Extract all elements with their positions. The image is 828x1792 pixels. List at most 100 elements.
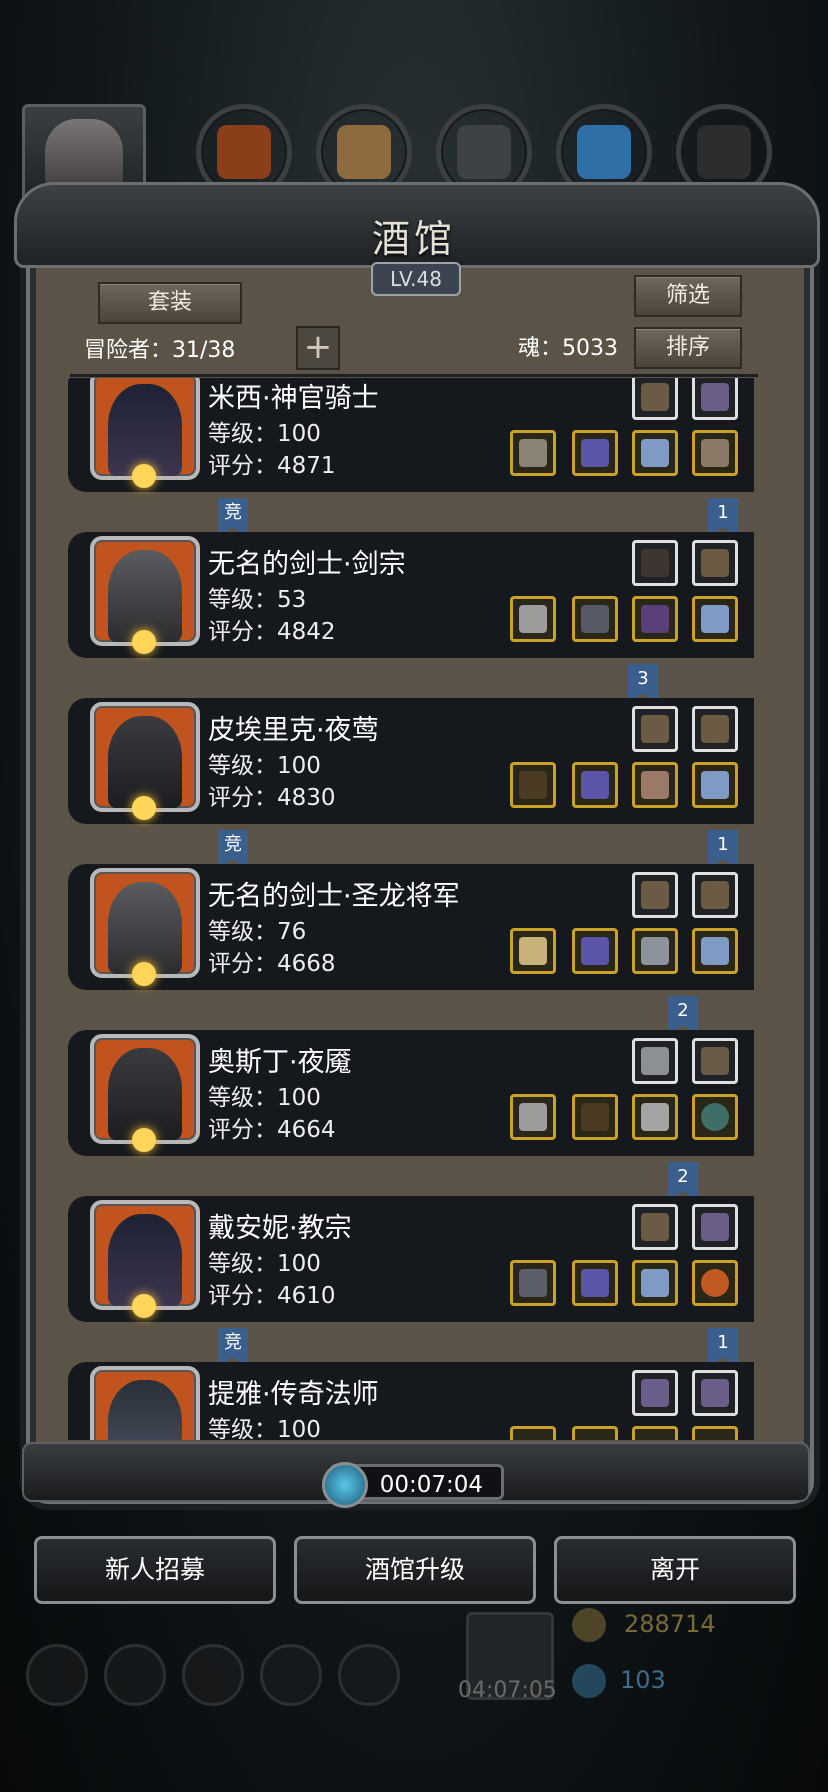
equip-slot[interactable] (692, 1094, 738, 1140)
equip-slot[interactable] (692, 762, 738, 808)
hero-name: 米西·神官骑士 (208, 383, 379, 414)
hero-card[interactable]: 戴安妮·教宗 等级：100 评分：4610 (68, 1196, 754, 1322)
soul-count: 魂：5033 (518, 336, 618, 361)
equip-slot[interactable] (632, 1260, 678, 1306)
equip-slot[interactable] (692, 1260, 738, 1306)
hero-score: 评分：4610 (208, 1283, 336, 1309)
hero-portrait (90, 1034, 200, 1152)
equip-slot[interactable] (692, 1426, 738, 1440)
hero-level: 等级：53 (208, 587, 307, 613)
rank-tag: 2 (668, 996, 698, 1034)
gem-amount: 103 (620, 1666, 666, 1694)
equip-slot[interactable] (572, 928, 618, 974)
hero-level: 等级：100 (208, 1417, 321, 1440)
add-slot-button[interactable]: + (296, 326, 340, 370)
tavern-level-badge: LV.48 (371, 262, 461, 296)
hero-card[interactable]: 提雅·传奇法师 等级：100 (68, 1362, 754, 1440)
arena-tag: 竞 (218, 1328, 248, 1366)
hero-score: 评分：4842 (208, 619, 336, 645)
hero-level: 等级：100 (208, 1251, 321, 1277)
hero-name: 皮埃里克·夜莺 (208, 715, 379, 746)
equip-slot[interactable] (510, 928, 556, 974)
hero-portrait (90, 702, 200, 820)
equip-slot[interactable] (632, 762, 678, 808)
map-icon (338, 1644, 400, 1706)
filter-button[interactable]: 筛选 (634, 275, 742, 317)
hero-card[interactable]: 无名的剑士·剑宗 等级：53 评分：4842 (68, 532, 754, 658)
equip-slot[interactable] (572, 596, 618, 642)
equip-slot[interactable] (632, 1426, 678, 1440)
hero-card[interactable]: 米西·神官骑士 等级：100 评分：4871 (68, 378, 754, 492)
equip-slot[interactable] (572, 1094, 618, 1140)
hero-score: 评分：4830 (208, 785, 336, 811)
sort-button[interactable]: 排序 (634, 327, 742, 369)
timer-icon (322, 1462, 368, 1508)
equip-slot[interactable] (692, 872, 738, 918)
equip-slot[interactable] (572, 430, 618, 476)
hero-name: 奥斯丁·夜魇 (208, 1047, 352, 1078)
equip-slot[interactable] (632, 1038, 678, 1084)
inventory-icon (182, 1644, 244, 1706)
equip-slot[interactable] (632, 378, 678, 420)
equip-slot[interactable] (572, 762, 618, 808)
hero-score: 评分：4668 (208, 951, 336, 977)
equip-slot[interactable] (632, 430, 678, 476)
hero-card[interactable]: 奥斯丁·夜魇 等级：100 评分：4664 (68, 1030, 754, 1156)
equip-slot[interactable] (632, 1204, 678, 1250)
hero-list[interactable]: 米西·神官骑士 等级：100 评分：4871 竞 1 无名的剑士·剑宗 等级：5… (68, 378, 760, 1440)
equip-slot[interactable] (692, 706, 738, 752)
equip-slot[interactable] (632, 706, 678, 752)
hero-name: 戴安妮·教宗 (208, 1213, 352, 1244)
list-divider (70, 374, 758, 377)
equip-slot[interactable] (572, 1260, 618, 1306)
equip-slot[interactable] (572, 1426, 618, 1440)
hero-portrait (90, 868, 200, 986)
gift-timer: 04:07:05 (458, 1678, 557, 1703)
upgrade-tavern-button[interactable]: 酒馆升级 (294, 1536, 536, 1604)
hero-portrait (90, 1366, 200, 1440)
equip-slot[interactable] (632, 1094, 678, 1140)
equip-slot[interactable] (692, 1204, 738, 1250)
gold-coin-icon (572, 1608, 606, 1642)
rank-tag: 1 (708, 1328, 738, 1366)
hero-score: 评分：4664 (208, 1117, 336, 1143)
arena-tag: 竞 (218, 830, 248, 868)
equip-slot[interactable] (692, 1370, 738, 1416)
settings-icon (26, 1644, 88, 1706)
equip-slot[interactable] (510, 430, 556, 476)
equip-slot[interactable] (510, 596, 556, 642)
equip-slot[interactable] (632, 872, 678, 918)
mail-icon (260, 1644, 322, 1706)
rank-tag: 3 (628, 664, 658, 702)
arena-tag: 竞 (218, 498, 248, 536)
equip-slot[interactable] (692, 540, 738, 586)
rank-tag: 2 (668, 1162, 698, 1200)
equip-slot[interactable] (632, 540, 678, 586)
rank-tag: 1 (708, 498, 738, 536)
hero-level: 等级：76 (208, 919, 307, 945)
equip-slot[interactable] (510, 1426, 556, 1440)
equip-slot[interactable] (510, 762, 556, 808)
equip-slot[interactable] (632, 928, 678, 974)
equip-slot[interactable] (692, 378, 738, 420)
equip-slot[interactable] (692, 1038, 738, 1084)
equip-slot[interactable] (632, 596, 678, 642)
equip-slot[interactable] (632, 1370, 678, 1416)
equip-slot[interactable] (692, 928, 738, 974)
set-button[interactable]: 套装 (98, 282, 242, 324)
rank-tag: 1 (708, 830, 738, 868)
hero-portrait (90, 378, 200, 488)
recruit-button[interactable]: 新人招募 (34, 1536, 276, 1604)
equip-slot[interactable] (692, 596, 738, 642)
equip-slot[interactable] (510, 1260, 556, 1306)
hero-level: 等级：100 (208, 421, 321, 447)
hero-card[interactable]: 皮埃里克·夜莺 等级：100 评分：4830 (68, 698, 754, 824)
equip-slot[interactable] (510, 1094, 556, 1140)
hero-card[interactable]: 无名的剑士·圣龙将军 等级：76 评分：4668 (68, 864, 754, 990)
leave-button[interactable]: 离开 (554, 1536, 796, 1604)
guild-icon (104, 1644, 166, 1706)
hero-score: 评分：4871 (208, 453, 336, 479)
hero-name: 无名的剑士·圣龙将军 (208, 881, 460, 912)
adventurer-count: 冒险者：31/38 (84, 338, 236, 363)
equip-slot[interactable] (692, 430, 738, 476)
